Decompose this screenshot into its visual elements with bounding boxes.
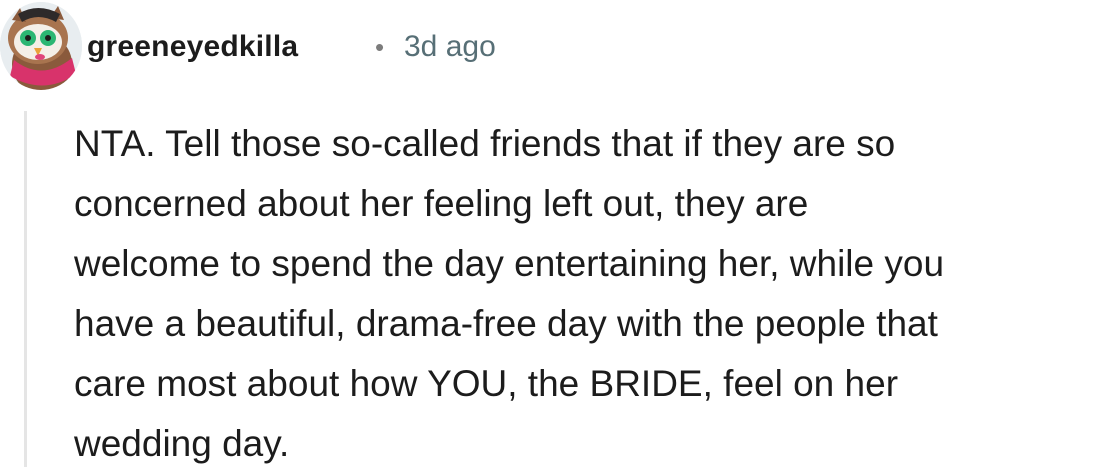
comment-body-line: concerned about her feeling left out, th…: [74, 183, 809, 224]
comment-body-line: have a beautiful, drama-free day with th…: [74, 303, 938, 344]
comment-body-line: NTA. Tell those so-called friends that i…: [74, 123, 896, 164]
timestamp[interactable]: 3d ago: [404, 29, 496, 65]
avatar[interactable]: [0, 2, 82, 90]
comment-header: greeneyedkilla • 3d ago: [0, 0, 1103, 92]
meta-separator: •: [375, 32, 385, 62]
owl-avatar-icon: [0, 2, 82, 90]
comment-body: NTA. Tell those so-called friends that i…: [74, 114, 1103, 474]
comment-body-line: wedding day.: [74, 423, 290, 464]
username[interactable]: greeneyedkilla: [87, 29, 298, 65]
comment: greeneyedkilla • 3d ago NTA. Tell those …: [0, 0, 1103, 467]
comment-body-line: welcome to spend the day entertaining he…: [74, 243, 945, 284]
thread-collapse-line[interactable]: [24, 111, 27, 467]
comment-body-line: care most about how YOU, the BRIDE, feel…: [74, 363, 899, 404]
